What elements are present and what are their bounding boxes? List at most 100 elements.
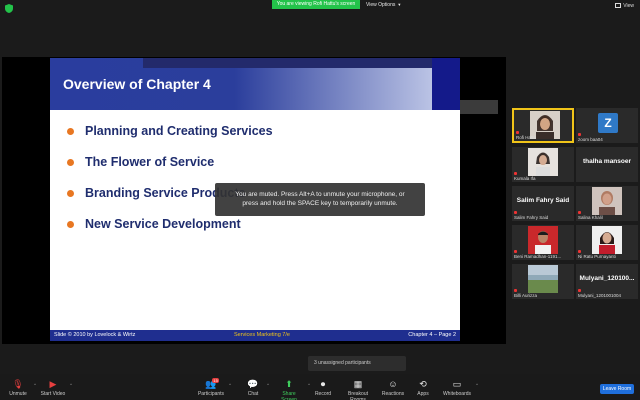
muted-notification-line2: press and hold the SPACE key to temporar… [242,200,398,207]
whiteboards-button[interactable]: ▭ Whiteboards ^ [442,379,478,397]
participant-name: Billi Aurizza [514,293,538,298]
participants-count: 15 [212,378,219,383]
participants-icon: 👥 [205,379,217,389]
participant-tile[interactable]: Beni Ramadhan-1191... [512,225,574,260]
bullet-dot-icon [67,159,74,166]
mic-muted-icon [578,211,581,214]
unmute-label: Unmute [9,391,27,397]
share-screen-button[interactable]: ⬆ Share Screen ^ [274,379,310,400]
participant-display-name: Salim Fahry Said [516,197,570,204]
participant-tile[interactable]: Ni Ratu Purnayanti [576,225,638,260]
record-button[interactable]: ⏺ Record [313,379,333,397]
chevron-up-icon[interactable]: ^ [476,382,478,387]
participant-name: Ni Ratu Purnayanti [578,254,616,259]
video-off-icon: ▶ [49,379,57,389]
slide-header-stripe [143,58,433,68]
avatar: Z [598,113,618,133]
chevron-up-icon[interactable]: ^ [229,382,231,387]
unassigned-participants-notice[interactable]: 3 unassigned participants [308,356,406,371]
muted-notification-line1: You are muted. Press Alt+A to unmute you… [235,191,405,198]
view-options-button[interactable]: View Options ▼ [366,0,401,9]
participant-tile[interactable]: Salina Khalil [576,186,638,221]
start-video-button[interactable]: ▶ Start Video ^ [40,379,72,397]
bullet-text: The Flower of Service [85,155,215,169]
participants-label: Participants [197,391,225,397]
view-label: View [623,3,634,9]
mic-muted-icon [516,131,519,134]
mic-muted-icon [514,289,517,292]
participant-name: Mulyani_1201001004 [578,293,622,298]
participant-name: zoom baa04 [578,137,603,142]
participant-name: Rofi Hattu [516,135,537,140]
participant-video-icon [592,226,622,254]
slide-bullet: New Service Development [67,217,457,248]
bullet-dot-icon [67,128,74,135]
apps-icon: ⟲ [419,379,427,389]
participant-name: Salina Khalil [578,215,603,220]
participant-video-icon [528,148,558,176]
participant-video-icon [528,226,558,254]
view-options-label: View Options [366,2,396,8]
participant-tile[interactable]: Mulyani_120100... Mulyani_1201001004 [576,264,638,299]
participant-tile[interactable]: Billi Aurizza [512,264,574,299]
participant-video-icon [592,187,622,215]
bullet-dot-icon [67,221,74,228]
reactions-icon: ☺ [388,379,398,389]
slide-title: Overview of Chapter 4 [63,76,211,92]
bullet-text: New Service Development [85,217,241,231]
breakout-rooms-label: Breakout Rooms [347,391,368,400]
chat-icon: 💬 [247,379,259,389]
apps-label: Apps [417,391,429,397]
slide-page: Chapter 4 – Page 2 [408,332,456,338]
chevron-up-icon[interactable]: ^ [70,382,72,387]
share-screen-icon: ⬆ [285,379,293,389]
apps-button[interactable]: ⟲ Apps [414,379,432,397]
whiteboard-icon: ▭ [452,379,462,389]
participant-name: Beni Ramadhan-1191... [514,254,562,259]
participant-tile[interactable]: Kumala Ifa [512,147,574,182]
reactions-label: Reactions [381,391,405,397]
chevron-up-icon[interactable]: ^ [308,382,310,387]
participant-display-name: thalha mansoer [582,158,632,165]
breakout-rooms-icon: ▦ [353,379,363,389]
chat-label: Chat [247,391,259,397]
slide-course: Services Marketing 7/e [234,332,290,338]
meeting-toolbar: 🎙 Unmute ^ ▶ Start Video ^ 👥 15 Particip… [0,374,640,400]
view-button[interactable]: View [615,2,634,10]
chevron-down-icon: ▼ [397,2,402,7]
slide-footer: Slide © 2010 by Lovelock & Wirtz Service… [50,330,460,341]
unmute-button[interactable]: 🎙 Unmute ^ [6,379,36,397]
participant-tile[interactable]: Rofi Hattu [512,108,574,143]
mic-muted-icon [514,211,517,214]
participant-display-name: Mulyani_120100... [579,275,635,282]
share-screen-label: Share Screen [281,391,297,400]
chevron-up-icon[interactable]: ^ [267,382,269,387]
mic-muted-icon [514,250,517,253]
breakout-rooms-button[interactable]: ▦ Breakout Rooms [340,379,376,400]
participant-tile[interactable]: thalha mansoer [576,147,638,182]
slide-header-block [432,58,460,110]
security-shield-icon[interactable] [5,4,13,13]
chat-button[interactable]: 💬 Chat ^ [243,379,269,397]
slide-bullet: Planning and Creating Services [67,124,457,155]
leave-room-button[interactable]: Leave Room [600,384,634,394]
grid-view-icon [615,3,622,9]
participant-tile[interactable]: Salim Fahry Said Salim Fahry Said [512,186,574,221]
viewing-screen-banner: You are viewing Rofi Hattu's screen [272,0,360,9]
chevron-up-icon[interactable]: ^ [34,382,36,387]
slide-header: Overview of Chapter 4 [50,58,460,110]
participants-button[interactable]: 👥 15 Participants ^ [197,378,231,397]
bullet-text: Planning and Creating Services [85,124,273,138]
microphone-muted-icon: 🎙 [12,379,24,389]
slide-bullet: The Flower of Service [67,155,457,186]
muted-notification: You are muted. Press Alt+A to unmute you… [215,183,425,216]
participant-tile[interactable]: Z zoom baa04 [576,108,638,143]
mic-muted-icon [578,133,581,136]
participant-video-icon [528,265,558,293]
mic-muted-icon [578,250,581,253]
bullet-dot-icon [67,190,74,197]
reactions-button[interactable]: ☺ Reactions [381,379,405,397]
mic-muted-icon [514,172,517,175]
mic-muted-icon [578,289,581,292]
participant-name: Kumala Ifa [514,176,536,181]
